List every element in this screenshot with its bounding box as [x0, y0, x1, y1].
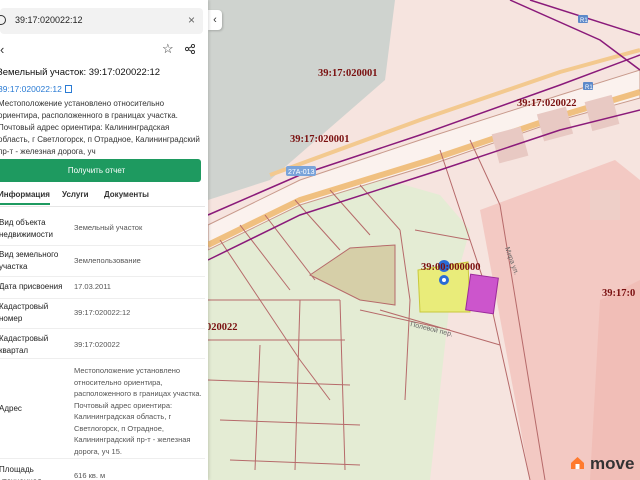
- tab-services[interactable]: Услуги: [62, 190, 89, 199]
- info-row: Кадастровый номер 39:17:020022:12: [0, 299, 205, 329]
- info-label: Кадастровый номер: [0, 302, 49, 323]
- share-icon[interactable]: [185, 44, 195, 54]
- route-badge-label-2: R1: [585, 85, 593, 91]
- location-description: Местоположение установлено относительно …: [0, 99, 200, 156]
- info-row: Вид земельного участка Землепользование: [0, 246, 205, 277]
- info-value: 616 кв. м: [74, 471, 106, 480]
- cad-number-text: 39:17:020022:12: [0, 84, 62, 94]
- cad-label-000000: 39:00:000000: [421, 262, 481, 273]
- info-label: Дата присвоения: [0, 282, 63, 291]
- cad-label-020001-b: 39:17:020001: [290, 134, 350, 145]
- info-row: Вид объекта недвижимости Земельный участ…: [0, 213, 205, 246]
- page-title: Земельный участок: 39:17:020022:12: [0, 67, 161, 78]
- info-label: Вид земельного участка: [0, 250, 59, 271]
- info-row: Адрес Местоположение установлено относит…: [0, 360, 205, 459]
- info-row: Дата присвоения 17.03.2011: [0, 277, 205, 299]
- info-value: Земельный участок: [74, 223, 143, 232]
- info-label: Вид объекта недвижимости: [0, 218, 53, 239]
- info-value: 17.03.2011: [74, 282, 111, 291]
- search-input[interactable]: 39:17:020022:12: [15, 15, 83, 25]
- info-value: 39:17:020022:12: [74, 308, 131, 317]
- info-label: Адрес: [0, 404, 22, 413]
- info-value: Местоположение установлено относительно …: [74, 366, 202, 456]
- tab-information[interactable]: Информация: [0, 190, 50, 205]
- cad-label-020001-a: 39:17:020001: [318, 68, 378, 79]
- tabs: Информация Услуги Документы: [0, 188, 205, 207]
- building: [590, 190, 620, 220]
- back-icon[interactable]: ‹: [0, 42, 4, 57]
- building-selected: [465, 273, 499, 315]
- info-row: Кадастровый квартал 39:17:020022: [0, 329, 205, 359]
- info-value: 39:17:020022: [74, 340, 120, 349]
- cad-label-partial-left: 020022: [206, 322, 238, 333]
- house-logo-icon: [571, 457, 584, 469]
- collapse-panel-button[interactable]: ‹: [208, 10, 222, 30]
- cad-label-020022: 39:17:020022: [517, 98, 577, 109]
- info-value: Землепользование: [74, 256, 141, 265]
- logo-text: move: [590, 454, 635, 473]
- road-label: 27А-013: [288, 169, 315, 176]
- get-report-button[interactable]: Получить отчет: [0, 159, 201, 182]
- cad-number-link[interactable]: 39:17:020022:12: [0, 84, 72, 94]
- pin-dot: [442, 278, 446, 282]
- info-label: Кадастровый квартал: [0, 334, 49, 355]
- star-icon[interactable]: ☆: [162, 41, 174, 57]
- info-row: Площадь уточненная 616 кв. м: [0, 460, 205, 480]
- tab-documents[interactable]: Документы: [104, 190, 149, 199]
- search-icon: [0, 15, 6, 25]
- search-bar[interactable]: 39:17:020022:12 ×: [0, 8, 203, 34]
- info-panel: 39:17:020022:12 × ‹ ☆ Земельный участок:…: [0, 0, 208, 480]
- panel-toolbar: ‹ ☆: [0, 41, 205, 58]
- copy-icon[interactable]: [64, 85, 72, 93]
- clear-icon[interactable]: ×: [188, 13, 195, 27]
- route-badge-label: R1: [580, 18, 588, 24]
- info-label: Площадь уточненная: [0, 465, 42, 480]
- cad-label-partial-right: 39:17:0: [602, 288, 635, 299]
